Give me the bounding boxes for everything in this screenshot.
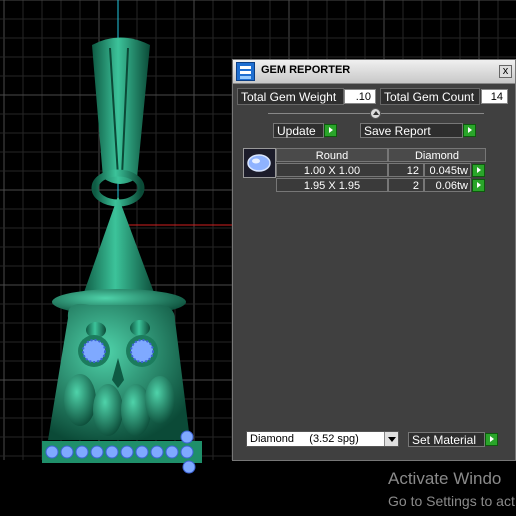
- window-title: GEM REPORTER: [261, 64, 351, 76]
- gem-count: 2: [388, 178, 424, 192]
- gem-weight: 0.06tw: [424, 178, 471, 192]
- shape-header: Round: [276, 148, 388, 162]
- owl-feather: [64, 374, 96, 426]
- owl-ear-right: [130, 320, 150, 336]
- title-bar[interactable]: GEM REPORTER x: [233, 60, 515, 84]
- update-play-icon[interactable]: [324, 124, 337, 137]
- gem-size: 1.00 X 1.00: [276, 163, 388, 177]
- gem-thumbnail[interactable]: [243, 148, 276, 178]
- gem-reporter-icon: [236, 62, 255, 81]
- owl-eye-right-gem: [130, 339, 154, 363]
- material-select[interactable]: Diamond (3.52 spg): [246, 431, 399, 447]
- collapse-toggle-icon[interactable]: [370, 108, 381, 119]
- total-gem-count-value: 14: [481, 89, 508, 104]
- gem-count: 12: [388, 163, 424, 177]
- update-button[interactable]: Update: [273, 123, 324, 138]
- bail: [92, 37, 150, 184]
- pendant-model[interactable]: [42, 37, 202, 474]
- activate-windows-watermark: Activate Windo: [388, 469, 502, 488]
- owl-eye-left-gem: [82, 339, 106, 363]
- owl-feather: [93, 384, 123, 436]
- total-gem-weight-value: .10: [344, 89, 376, 104]
- gem-size: 1.95 X 1.95: [276, 178, 388, 192]
- gem-weight: 0.045tw: [424, 163, 471, 177]
- total-gem-weight-label: Total Gem Weight: [237, 88, 344, 105]
- material-selected-value: Diamond (3.52 spg): [250, 433, 359, 445]
- owl-feather: [145, 376, 175, 424]
- row-select-icon[interactable]: [472, 164, 485, 177]
- gem-reporter-panel: GEM REPORTER x Total Gem Weight .10 Tota…: [232, 59, 516, 461]
- set-material-button[interactable]: Set Material: [408, 432, 485, 447]
- total-gem-count-label: Total Gem Count: [380, 88, 480, 105]
- save-report-button[interactable]: Save Report: [360, 123, 463, 138]
- close-button[interactable]: x: [499, 65, 512, 78]
- save-report-play-icon[interactable]: [463, 124, 476, 137]
- material-header: Diamond: [388, 148, 486, 162]
- chevron-down-icon[interactable]: [384, 432, 398, 446]
- row-select-icon[interactable]: [472, 179, 485, 192]
- set-material-play-icon[interactable]: [485, 433, 498, 446]
- activate-windows-hint: Go to Settings to act: [388, 493, 515, 509]
